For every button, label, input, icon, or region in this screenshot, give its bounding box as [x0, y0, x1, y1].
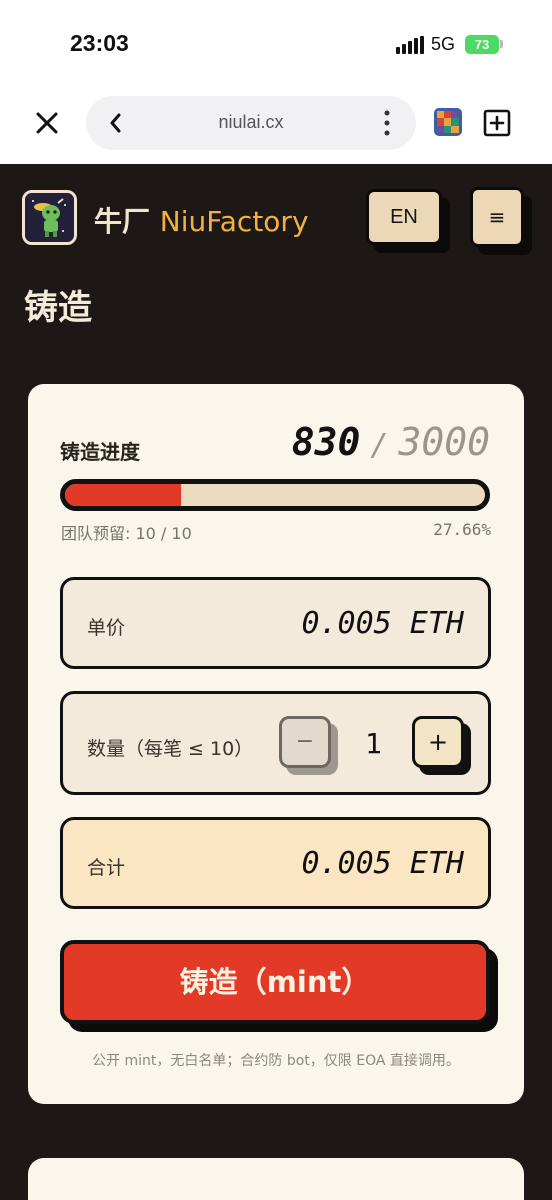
team-reserve-text: 团队预留: 10 / 10 — [61, 524, 192, 543]
quantity-row: 数量（每笔 ≤ 10） − 1 + — [60, 691, 491, 795]
close-icon[interactable] — [32, 108, 62, 138]
price-row: 单价 0.005 ETH — [60, 577, 491, 669]
menu-button[interactable]: ≡ — [470, 187, 524, 247]
quantity-decrease-button[interactable]: − — [279, 716, 331, 768]
network-type: 5G — [431, 34, 456, 54]
price-value: 0.005 ETH — [301, 606, 464, 641]
brand-cn: 牛厂 — [94, 205, 151, 238]
extension-icon[interactable] — [434, 108, 462, 136]
signal-icon — [396, 36, 424, 54]
browser-toolbar: niulai.cx — [0, 90, 552, 164]
mint-button[interactable]: 铸造（mint） — [60, 940, 490, 1024]
cow-mascot-icon — [25, 193, 74, 242]
url-text[interactable]: niulai.cx — [86, 112, 416, 133]
more-vertical-icon[interactable] — [384, 108, 390, 138]
brand-en: NiuFactory — [159, 205, 309, 238]
next-card — [28, 1158, 524, 1200]
page-content: 牛厂 NiuFactory EN ≡ 铸造 铸造进度 830 / 3000 团队预留… — [0, 164, 552, 1200]
mint-note: 公开 mint，无白名单；合约防 bot，仅限 EOA 直接调用。 — [92, 1053, 460, 1069]
brand-title: 牛厂 NiuFactory — [94, 200, 309, 240]
status-bar: 23:03 5G 73 — [0, 0, 552, 90]
address-bar[interactable]: niulai.cx — [86, 96, 416, 150]
quantity-value: 1 — [365, 727, 382, 760]
minted-count: 830 — [291, 420, 361, 464]
mint-card: 铸造进度 830 / 3000 团队预留: 10 / 10 27.66% 单价 0.… — [28, 384, 524, 1104]
mint-count: 830 / 3000 — [292, 420, 490, 464]
total-label: 合计 — [87, 857, 126, 879]
quantity-increase-button[interactable]: + — [412, 716, 464, 768]
niufactory-logo[interactable] — [22, 190, 77, 245]
progress-bar-fill — [65, 484, 182, 506]
count-separator: / — [370, 428, 389, 463]
total-value: 0.005 ETH — [301, 846, 464, 881]
menu-icon: ≡ — [488, 205, 506, 229]
language-button[interactable]: EN — [366, 189, 442, 245]
new-tab-icon[interactable] — [483, 109, 511, 137]
progress-percent: 27.66% — [433, 520, 491, 539]
quantity-label: 数量（每笔 ≤ 10） — [87, 738, 254, 760]
page-title: 铸造 — [24, 288, 92, 328]
progress-bar — [60, 479, 490, 511]
progress-label: 铸造进度 — [60, 440, 140, 464]
battery-tip — [500, 40, 503, 48]
total-supply: 3000 — [398, 420, 490, 464]
battery-icon: 73 — [465, 35, 499, 54]
price-label: 单价 — [87, 617, 126, 639]
total-row: 合计 0.005 ETH — [60, 817, 491, 909]
status-time: 23:03 — [70, 30, 129, 56]
